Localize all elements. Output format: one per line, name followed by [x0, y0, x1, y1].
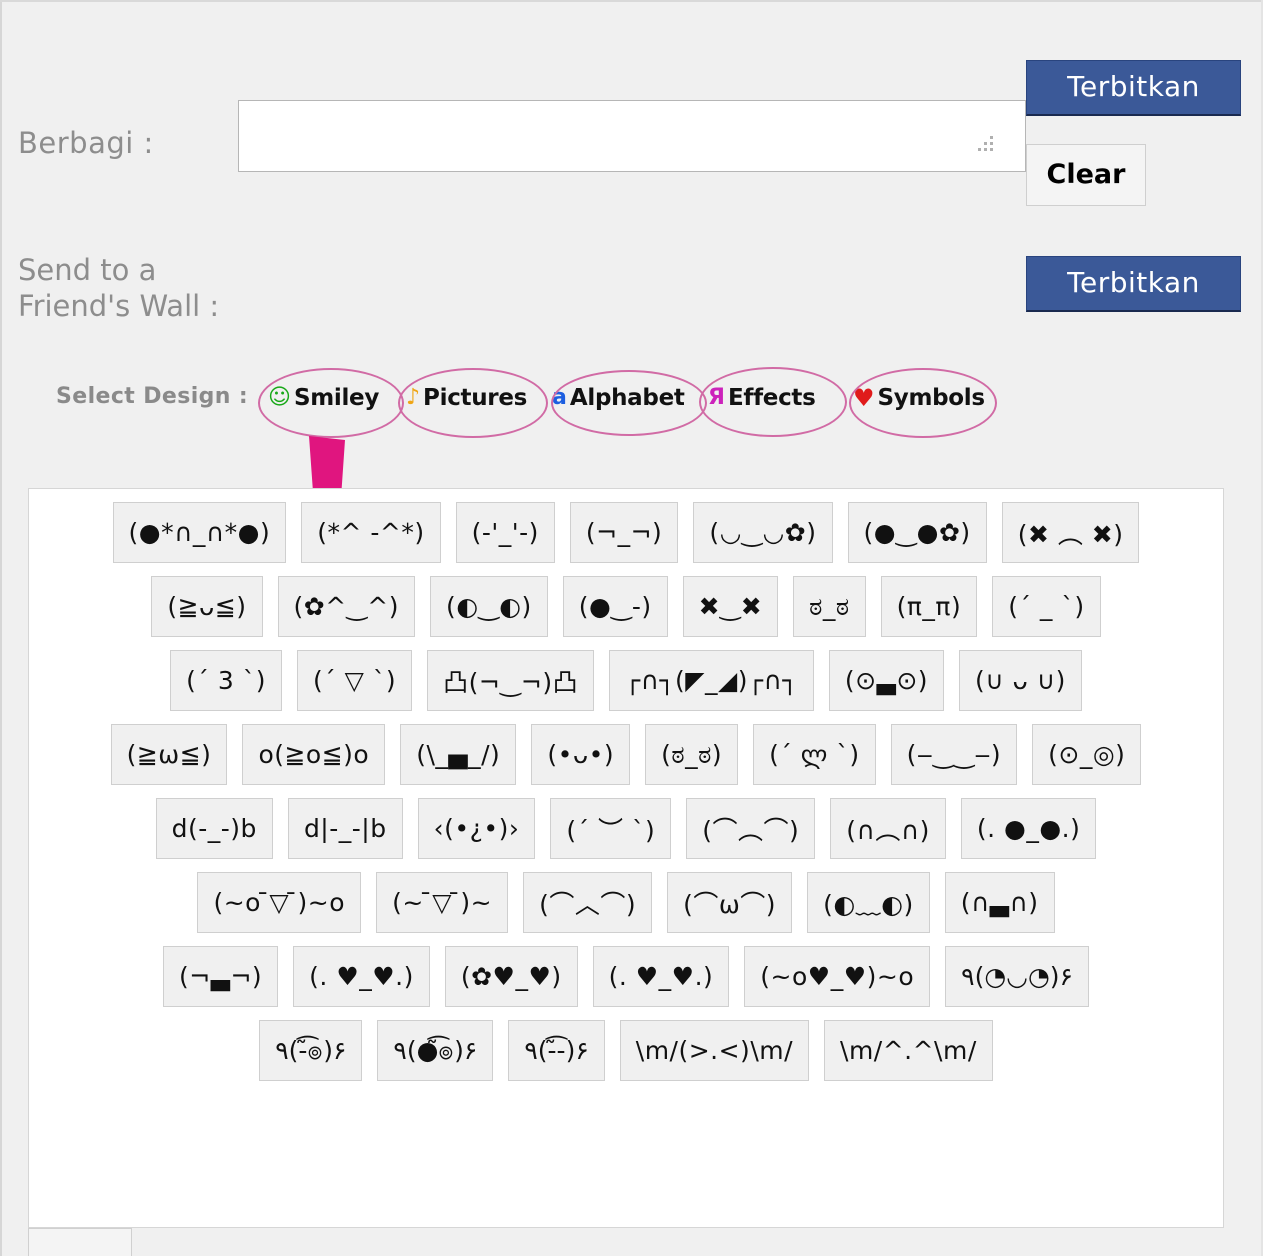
emoticon-button[interactable]: d(-_-)b — [155, 798, 273, 859]
design-link-label: Alphabet — [569, 385, 685, 411]
emoticon-button[interactable]: (~o♥_♥)~o — [744, 946, 931, 1007]
emoticon-button[interactable]: (⊙▃⊙) — [828, 650, 945, 711]
emoticon-button[interactable]: (◡‿◡✿) — [693, 502, 833, 563]
emoticon-button[interactable]: (. ♥_♥.) — [592, 946, 730, 1007]
emoticon-row: (≧ᴗ≦) (✿^‿^) (◐‿◐) (●‿-) ✖‿✖ ಠ_ಠ (π_π) (´ _ `) — [29, 576, 1223, 637]
emoticon-button[interactable]: (π_π) — [880, 576, 978, 637]
emoticon-button[interactable]: (´ _ `) — [992, 576, 1101, 637]
emoticon-button[interactable]: (´ ლ `) — [753, 724, 876, 785]
share-input[interactable] — [238, 100, 1026, 172]
emoticon-button[interactable]: (≧ω≦) — [110, 724, 228, 785]
clear-button[interactable]: Clear — [1026, 144, 1146, 206]
emoticon-button[interactable]: ٩(●̃͡๏)۶ — [377, 1020, 494, 1081]
emoticon-button[interactable]: \m/^.^\m/ — [824, 1020, 993, 1081]
emoticon-button[interactable]: (⌒︵⌒) — [686, 798, 816, 859]
emoticon-button[interactable]: (´ ▽ `) — [296, 650, 413, 711]
emoticon-button[interactable]: (⌒ω⌒) — [667, 872, 793, 933]
music-note-icon: ♪ — [406, 385, 421, 410]
design-link-effects[interactable]: Я Effects — [708, 381, 816, 415]
design-link-alphabet[interactable]: a Alphabet — [552, 381, 685, 415]
select-design-row: Select Design : ☺ Smiley ♪ Pictures a Alphabe… — [0, 367, 1263, 438]
design-link-label: Smiley — [293, 385, 380, 411]
emoticon-button[interactable]: ┌∩┐(◤_◢)┌∩┐ — [609, 650, 814, 711]
emoticon-button[interactable]: (¬▃¬) — [163, 946, 279, 1007]
heart-icon: ♥ — [853, 384, 875, 412]
emoticon-row: (≧ω≦) o(≧o≦)o (\_▄_/) (•ᴗ•) (ಠ_ಠ) (´ ლ `) (‒‿‿… — [29, 724, 1223, 785]
emoticon-row: (~o ̄▽ ̄)~o (~ ̄▽ ̄)~ (⌒︿⌒) (⌒ω⌒) (◐﹏◐) (∩▃∩) — [29, 872, 1223, 933]
emoticon-button[interactable]: \m/(>.<)\m/ — [619, 1020, 810, 1081]
emoticon-button[interactable]: (. ♥_♥.) — [293, 946, 430, 1007]
emoticon-button[interactable]: (¬_¬) — [569, 502, 679, 563]
emoticon-button[interactable]: (~o ̄▽ ̄)~o — [197, 872, 362, 933]
emoticon-button[interactable]: (´ ︶ `) — [550, 798, 672, 859]
design-link-pictures[interactable]: ♪ Pictures — [406, 381, 527, 415]
emoticon-button[interactable]: (◐‿◐) — [430, 576, 548, 637]
emoticon-row: (¬▃¬) (. ♥_♥.) (✿♥_♥) (. ♥_♥.) (~o♥_♥)~o ٩(◔◡… — [29, 946, 1223, 1007]
emoticon-button[interactable]: (●*∩_∩*●) — [112, 502, 287, 563]
emoticon-row: (´ 3 `) (´ ▽ `) 凸(¬‿¬)凸 ┌∩┐(◤_◢)┌∩┐ (⊙▃⊙) (∪ … — [29, 650, 1223, 711]
emoticon-button[interactable]: o(≧o≦)o — [242, 724, 386, 785]
friend-wall-label: Send to a Friend's Wall : — [18, 253, 220, 323]
design-link-label: Pictures — [423, 385, 528, 411]
emoticon-button[interactable]: ‹(•¿•)› — [417, 798, 536, 859]
emoticon-button[interactable]: (*^ -^*) — [301, 502, 441, 563]
emoticon-button[interactable]: ٩(-̃͡-)۶ — [508, 1020, 605, 1081]
emoticon-button[interactable]: ٩(-̃͡๏)۶ — [259, 1020, 363, 1081]
emoticon-button[interactable]: (⌒︿⌒) — [523, 872, 653, 933]
share-label: Berbagi : — [18, 126, 154, 160]
emoticon-button[interactable]: (≧ᴗ≦) — [151, 576, 263, 637]
emoticon-button[interactable]: ಠ_ಠ — [793, 576, 866, 637]
emoticon-button[interactable]: (∪ ᴗ ∪) — [959, 650, 1082, 711]
bottom-left-stub — [28, 1228, 132, 1256]
emoticon-button[interactable]: (✿^‿^) — [277, 576, 415, 637]
emoticon-button[interactable]: (✖ ︵ ✖) — [1001, 502, 1140, 563]
emoticon-button[interactable]: (\_▄_/) — [400, 724, 517, 785]
emoticon-row: (●*∩_∩*●) (*^ -^*) (-'_'-) (¬_¬) (◡‿◡✿) (●‿●✿… — [29, 502, 1223, 563]
publish-button-share[interactable]: Terbitkan — [1026, 60, 1241, 116]
emoticon-row: d(-_-)b d|-_-|b ‹(•¿•)› (´ ︶ `) (⌒︵⌒) (∩︵∩) (.… — [29, 798, 1223, 859]
emoticon-button[interactable]: (◐﹏◐) — [807, 872, 930, 933]
emoticon-button[interactable]: (✿♥_♥) — [444, 946, 578, 1007]
emoticon-button[interactable]: (●‿●✿) — [847, 502, 987, 563]
emoticon-button[interactable]: (-'_'-) — [455, 502, 555, 563]
emoticon-button[interactable]: (•ᴗ•) — [531, 724, 631, 785]
design-link-symbols[interactable]: ♥ Symbols — [853, 381, 985, 415]
emoticon-button[interactable]: (‒‿‿‒) — [890, 724, 1018, 785]
emoticon-button[interactable]: ٩(◔◡◔)۶ — [945, 946, 1089, 1007]
select-design-label: Select Design : — [56, 384, 249, 409]
page-left-border — [0, 0, 2, 1256]
page-root: Berbagi : Terbitkan Clear Send to a Frie… — [0, 0, 1263, 1256]
smiley-icon: ☺ — [268, 385, 291, 410]
emoticon-row: ٩(-̃͡๏)۶ ٩(●̃͡๏)۶ ٩(-̃͡-)۶ \m/(>.<)\m/\m/^.… — [29, 1020, 1223, 1081]
design-link-label: Symbols — [877, 385, 986, 411]
design-link-smiley[interactable]: ☺ Smiley — [268, 381, 379, 415]
emoticon-button[interactable]: (´ 3 `) — [170, 650, 282, 711]
letter-a-icon: a — [552, 385, 567, 410]
emoticon-button[interactable]: (∩▃∩) — [944, 872, 1055, 933]
emoticon-button[interactable]: (⊙_◎) — [1032, 724, 1142, 785]
reversed-r-icon: Я — [708, 385, 725, 410]
emoticon-button[interactable]: (. ●_●.) — [960, 798, 1097, 859]
page-top-border — [0, 0, 1263, 2]
emoticon-button[interactable]: 凸(¬‿¬)凸 — [427, 650, 595, 711]
emoticon-button[interactable]: (~ ̄▽ ̄)~ — [376, 872, 509, 933]
emoticon-button[interactable]: (∩︵∩) — [830, 798, 946, 859]
publish-button-friend[interactable]: Terbitkan — [1026, 256, 1241, 312]
emoticon-panel: (●*∩_∩*●) (*^ -^*) (-'_'-) (¬_¬) (◡‿◡✿) (●‿●✿… — [28, 488, 1224, 1228]
emoticon-button[interactable]: ✖‿✖ — [682, 576, 779, 637]
emoticon-button[interactable]: (ಠ_ಠ) — [645, 724, 739, 785]
emoticon-button[interactable]: (●‿-) — [562, 576, 668, 637]
design-link-label: Effects — [727, 385, 816, 411]
emoticon-button[interactable]: d|-_-|b — [287, 798, 403, 859]
